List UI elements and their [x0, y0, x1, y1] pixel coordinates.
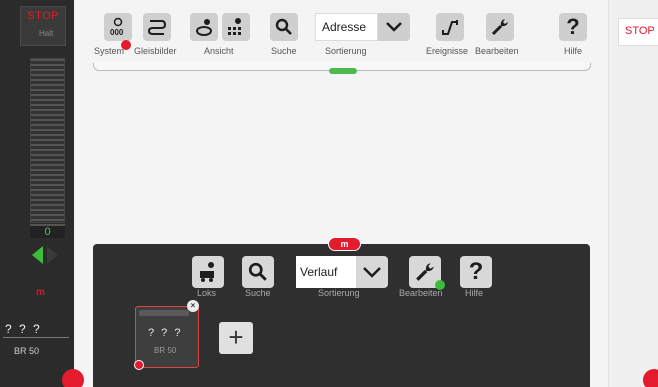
loco-card-address: ? ? ? [148, 327, 183, 339]
divider [3, 337, 69, 338]
right-strip [608, 0, 658, 387]
track-diagrams-button[interactable] [143, 13, 171, 41]
wrench-icon [416, 263, 434, 281]
question-mark-icon: ? [566, 14, 580, 39]
loco-sort-select[interactable]: Verlauf [296, 256, 356, 288]
loco-help-label: Hilfe [465, 288, 484, 298]
speed-value: 0 [30, 224, 65, 238]
stop-button-right[interactable]: STOP [618, 18, 658, 46]
question-mark-icon: ? [468, 258, 484, 285]
track-diagrams-label: Gleisbilder [134, 46, 177, 56]
app-root: STOP STOP Halt 0 m ? ? ? BR 50 000 Syste… [0, 0, 658, 387]
sort-label: Sortierung [325, 46, 367, 56]
sort-dropdown-button[interactable] [378, 13, 410, 41]
m-indicator: m [36, 287, 45, 298]
grid-view-icon [228, 18, 241, 35]
loco-card-name: BR 50 [154, 346, 177, 355]
loco-edit-label: Bearbeiten [399, 288, 443, 298]
loco-address[interactable]: ? ? ? [5, 322, 42, 336]
locos-button[interactable] [192, 256, 224, 288]
loco-view-icon [196, 19, 212, 36]
system-icon: 000 [110, 17, 124, 37]
svg-text:000: 000 [110, 28, 124, 37]
loco-name: BR 50 [14, 346, 40, 356]
loco-card[interactable]: ? ? ? BR 50 [135, 306, 199, 368]
edit-button[interactable] [486, 13, 514, 41]
view-button-loco[interactable] [190, 13, 218, 41]
system-label: System [94, 46, 125, 56]
top-toolbar: 000 System Gleisbilder Ansicht Suche Adr… [90, 8, 594, 74]
loco-sort-dropdown-button[interactable] [356, 256, 388, 288]
loco-control-panel: STOP Halt 0 m ? ? ? BR 50 [0, 0, 84, 387]
locomotive-icon [200, 262, 214, 282]
m-badge[interactable]: m [328, 237, 361, 251]
view-button-grid[interactable] [222, 13, 250, 41]
direction-toggle[interactable] [32, 244, 62, 268]
system-button[interactable]: 000 [104, 13, 132, 41]
loco-icon-right[interactable] [643, 369, 658, 387]
loco-list-panel: m Loks Suche Verlauf Sortierung Bearbeit… [93, 237, 590, 387]
help-label: Hilfe [564, 46, 583, 56]
stop-button-left[interactable]: STOP Halt [20, 6, 66, 46]
search-icon [248, 262, 267, 281]
stop-label: STOP [27, 10, 59, 22]
track-diagram-icon [147, 20, 167, 35]
help-button[interactable]: ? [559, 13, 587, 41]
speed-slider[interactable] [30, 58, 65, 223]
events-icon [442, 20, 458, 35]
loco-icon-left[interactable] [62, 369, 84, 387]
toolbar-collapse-handle[interactable] [329, 68, 357, 74]
wrench-icon [491, 19, 508, 36]
sort-select[interactable]: Adresse [315, 13, 378, 41]
view-label: Ansicht [204, 46, 234, 56]
events-button[interactable] [436, 13, 464, 41]
loco-sort-label: Sortierung [318, 288, 360, 298]
chevron-down-icon [363, 267, 381, 278]
events-label: Ereignisse [426, 46, 469, 56]
locos-label: Loks [197, 288, 217, 298]
search-button[interactable] [270, 13, 298, 41]
search-icon [275, 18, 292, 35]
add-loco-button[interactable]: + [219, 322, 253, 354]
close-icon[interactable]: × [187, 300, 199, 312]
loco-card-status-dot [134, 360, 144, 370]
edit-label: Bearbeiten [475, 46, 519, 56]
arrow-right-icon [47, 246, 58, 264]
loco-search-label: Suche [245, 288, 271, 298]
halt-label: Halt [39, 29, 54, 38]
loco-help-button[interactable]: ? [460, 256, 492, 288]
chevron-down-icon [386, 22, 402, 32]
card-header [139, 310, 189, 316]
arrow-left-icon [32, 246, 43, 264]
search-label: Suche [271, 46, 297, 56]
loco-search-button[interactable] [242, 256, 274, 288]
